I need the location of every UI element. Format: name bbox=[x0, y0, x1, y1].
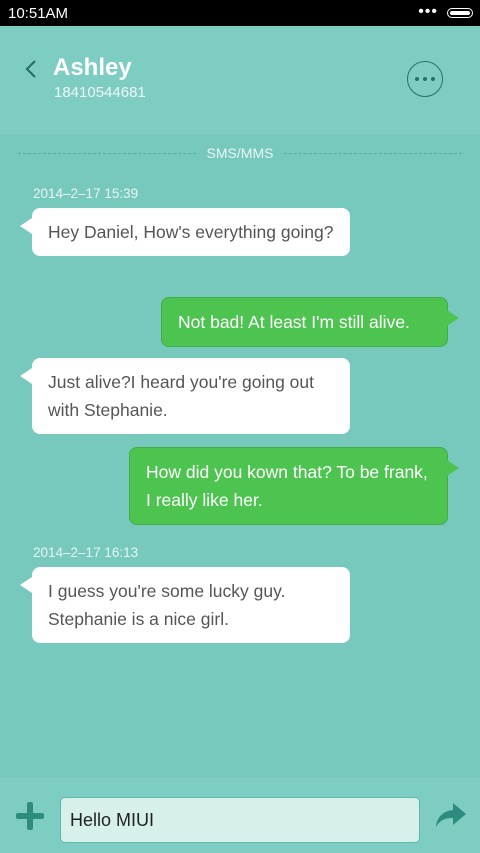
more-options-icon bbox=[415, 77, 419, 81]
composer-bar: Hello MIUI bbox=[0, 778, 480, 853]
outgoing-message[interactable]: Not bad! At least I'm still alive. bbox=[161, 297, 459, 347]
battery-icon bbox=[447, 8, 473, 18]
more-options-button[interactable] bbox=[407, 61, 443, 97]
message-input[interactable]: Hello MIUI bbox=[60, 797, 420, 843]
incoming-message[interactable]: I guess you're some lucky guy. Stephanie… bbox=[20, 567, 350, 643]
status-bar: 10:51AM ••• bbox=[0, 0, 480, 26]
send-button[interactable] bbox=[434, 800, 468, 830]
message-timestamp: 2014–2–17 15:39 bbox=[33, 186, 139, 201]
incoming-message[interactable]: Just alive?I heard you're going out with… bbox=[20, 358, 350, 434]
outgoing-message[interactable]: How did you kown that? To be frank, I re… bbox=[129, 447, 459, 525]
signal-icon: ••• bbox=[418, 3, 438, 20]
send-arrow-icon bbox=[436, 803, 466, 827]
channel-label: SMS/MMS bbox=[196, 145, 284, 161]
contact-name: Ashley bbox=[53, 54, 132, 81]
back-button[interactable] bbox=[18, 56, 44, 82]
chevron-left-icon bbox=[25, 60, 36, 78]
add-attachment-button[interactable] bbox=[16, 802, 44, 830]
contact-phone-number: 18410544681 bbox=[54, 84, 146, 101]
incoming-message[interactable]: Hey Daniel, How's everything going? bbox=[20, 208, 350, 256]
conversation-header: Ashley 18410544681 bbox=[0, 26, 480, 134]
status-time: 10:51AM bbox=[8, 5, 69, 22]
message-timestamp: 2014–2–17 16:13 bbox=[33, 545, 139, 560]
message-list[interactable]: SMS/MMS 2014–2–17 15:39 Hey Daniel, How'… bbox=[0, 134, 480, 778]
